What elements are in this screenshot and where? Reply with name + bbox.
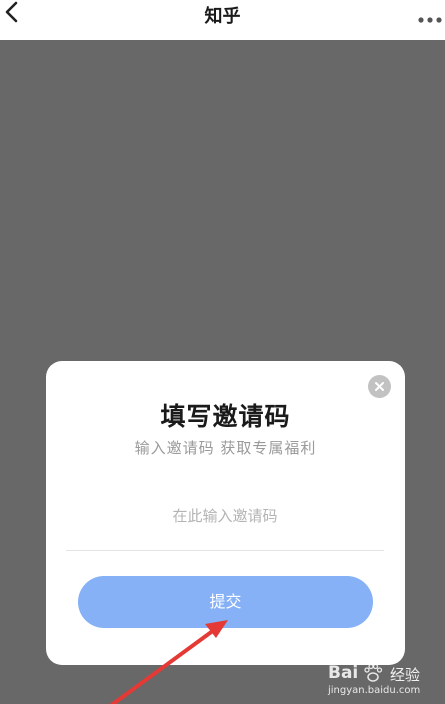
close-icon[interactable] bbox=[368, 375, 391, 398]
submit-button[interactable]: 提交 bbox=[78, 576, 373, 628]
app-screen: 知乎 填写邀请码 输入邀请码 获取专属福利 提交 Bai bbox=[0, 0, 445, 704]
dialog-title: 填写邀请码 bbox=[160, 402, 291, 431]
dialog-subtitle: 输入邀请码 获取专属福利 bbox=[134, 439, 317, 457]
invite-code-input[interactable] bbox=[66, 501, 384, 531]
paw-icon bbox=[364, 663, 383, 682]
baidu-jingyan-watermark: Bai 经验 jingyan.baidu.com bbox=[326, 663, 444, 703]
input-underline bbox=[66, 550, 384, 551]
page-title: 知乎 bbox=[204, 6, 241, 27]
watermark-domain: jingyan.baidu.com bbox=[328, 685, 421, 696]
watermark-title: 经验 bbox=[390, 666, 421, 684]
top-nav-bar: 知乎 bbox=[0, 0, 445, 40]
invite-code-dialog: 填写邀请码 输入邀请码 获取专属福利 提交 bbox=[46, 361, 405, 665]
watermark-logo: Bai bbox=[328, 663, 359, 683]
more-dots-icon[interactable] bbox=[417, 9, 443, 23]
